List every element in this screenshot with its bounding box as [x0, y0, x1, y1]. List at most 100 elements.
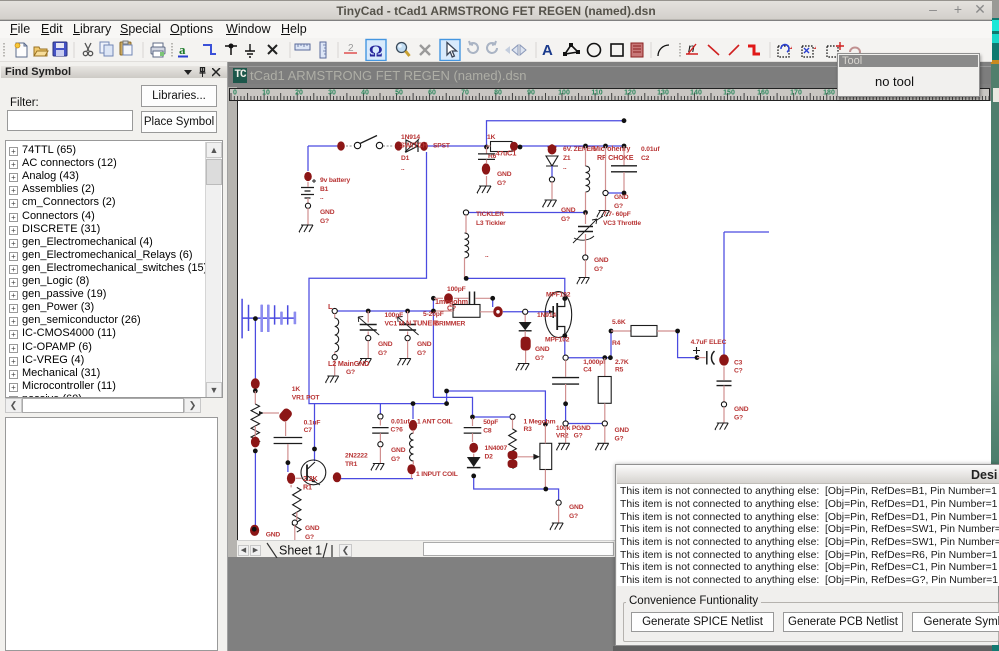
svg-text:GND: GND	[497, 171, 512, 178]
svg-text:R3: R3	[523, 426, 532, 433]
svg-text:30: 30	[328, 90, 336, 97]
svg-text:C2: C2	[641, 155, 650, 162]
svg-text:SWITCH: SWITCH	[400, 141, 427, 150]
svg-text:R1: R1	[303, 483, 312, 492]
svg-text:0.01uf: 0.01uf	[391, 418, 410, 425]
svg-text:5-20pF: 5-20pF	[423, 311, 444, 318]
svg-text:G?: G?	[594, 266, 603, 273]
svg-text:4.7uF ELEC: 4.7uF ELEC	[690, 339, 726, 346]
svg-text:9v battery: 9v battery	[320, 177, 351, 184]
svg-text:N TU: N TU	[406, 319, 422, 328]
svg-text:1N914: 1N914	[537, 312, 556, 319]
svg-text:RF CHOKE: RF CHOKE	[597, 153, 634, 162]
svg-text:Sheet 1: Sheet 1	[279, 544, 322, 558]
svg-text:GND: GND	[535, 346, 550, 353]
svg-text:L2 MainGND: L2 MainGND	[328, 359, 369, 368]
svg-text:0.1uF: 0.1uF	[303, 420, 320, 427]
svg-text:L3 Tickler: L3 Tickler	[476, 220, 506, 227]
svg-text:100pF: 100pF	[447, 286, 466, 293]
svg-text:130: 130	[657, 90, 669, 97]
svg-text:GND: GND	[614, 427, 629, 434]
svg-text:2N2222: 2N2222	[345, 453, 368, 460]
svg-text:G?: G?	[497, 180, 506, 187]
svg-text:160: 160	[757, 90, 769, 97]
svg-text:6V. ZENER: 6V. ZENER	[563, 146, 596, 153]
svg-text:GND: GND	[734, 406, 749, 413]
svg-text:C?: C?	[734, 368, 743, 375]
svg-text:40: 40	[361, 90, 369, 97]
svg-text:..: ..	[563, 164, 567, 171]
svg-text:100k PGND: 100k PGND	[555, 425, 590, 432]
svg-text:VC1 M: VC1 M	[384, 321, 404, 328]
svg-text:GND: GND	[265, 532, 280, 539]
svg-text:1N4007: 1N4007	[484, 445, 507, 452]
svg-text:C3: C3	[734, 360, 743, 367]
svg-text:R4: R4	[612, 340, 621, 347]
svg-text:47u: 47u	[496, 151, 507, 158]
svg-text:120: 120	[624, 90, 636, 97]
svg-text:10: 10	[262, 90, 270, 97]
svg-text:50: 50	[395, 90, 403, 97]
svg-text:150: 150	[723, 90, 735, 97]
svg-text:0.01uf: 0.01uf	[641, 146, 660, 153]
svg-text:G?: G?	[346, 369, 355, 376]
svg-text:180: 180	[823, 90, 835, 97]
svg-text:70: 70	[461, 90, 469, 97]
svg-text:..: ..	[485, 252, 489, 259]
svg-text:TR1: TR1	[345, 461, 358, 468]
svg-text:B1: B1	[320, 186, 329, 193]
svg-text:0: 0	[233, 90, 237, 97]
svg-text:170: 170	[790, 90, 802, 97]
svg-text:G?: G?	[535, 355, 544, 362]
svg-text:a: a	[179, 42, 186, 57]
svg-text:1,000pf: 1,000pf	[583, 359, 606, 366]
svg-text:1K: 1K	[487, 134, 496, 141]
svg-text:20: 20	[295, 90, 303, 97]
svg-text:..: ..	[401, 165, 405, 172]
svg-text:GND: GND	[569, 504, 584, 511]
svg-text:G?: G?	[320, 218, 329, 225]
svg-text:1 ANT COIL: 1 ANT COIL	[417, 418, 452, 425]
svg-text:80: 80	[494, 90, 502, 97]
svg-text:C8: C8	[483, 428, 492, 435]
svg-text:50pF: 50pF	[483, 419, 498, 426]
svg-text:G?: G?	[569, 513, 578, 520]
svg-text:G?: G?	[378, 350, 387, 357]
svg-text:TICKLER: TICKLER	[476, 211, 504, 218]
svg-text:B: B	[434, 319, 440, 328]
svg-text:C4: C4	[583, 367, 592, 374]
svg-text:90: 90	[527, 90, 535, 97]
svg-text:C?6: C?6	[390, 427, 403, 434]
svg-text:C?: C?	[447, 306, 456, 313]
svg-text:GND: GND	[391, 447, 406, 454]
svg-text:G?: G?	[391, 456, 400, 463]
svg-text:GND: GND	[614, 194, 629, 201]
svg-text:G?: G?	[561, 216, 570, 223]
svg-text:140: 140	[690, 90, 702, 97]
svg-text:1 INPUT COIL: 1 INPUT COIL	[416, 471, 458, 478]
svg-text:MPF102: MPF102	[545, 337, 570, 344]
svg-text:GND: GND	[320, 209, 335, 216]
svg-text:GND: GND	[561, 207, 576, 214]
svg-text:C1: C1	[507, 149, 516, 158]
svg-text:D1: D1	[401, 155, 410, 162]
svg-text:60: 60	[428, 90, 436, 97]
svg-text:GND: GND	[378, 341, 393, 348]
svg-text:GND: GND	[417, 341, 432, 348]
svg-text:110: 110	[591, 90, 602, 97]
svg-text:7.7- 60pF: 7.7- 60pF	[603, 211, 631, 218]
svg-text:1K: 1K	[291, 386, 300, 393]
svg-text:C7: C7	[303, 427, 312, 434]
svg-text:R5: R5	[615, 367, 624, 374]
svg-text:100pF: 100pF	[384, 312, 403, 319]
svg-text:RIMMER: RIMMER	[439, 321, 466, 328]
svg-text:5.6K: 5.6K	[612, 319, 626, 326]
svg-text:A: A	[542, 42, 553, 59]
svg-text:MPF102: MPF102	[546, 292, 571, 299]
svg-text:Ω: Ω	[369, 42, 383, 61]
svg-text:GND: GND	[305, 525, 320, 532]
svg-text:VR2 G?: VR2 G?	[555, 433, 582, 440]
svg-text:SPST: SPST	[433, 143, 451, 150]
svg-text:G?: G?	[417, 350, 426, 357]
svg-text:D2: D2	[484, 454, 493, 461]
